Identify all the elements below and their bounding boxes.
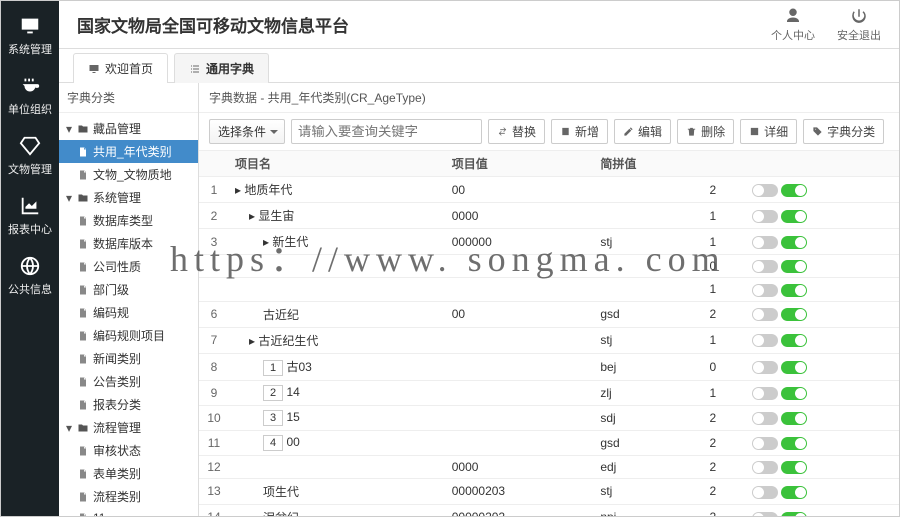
nav-org[interactable]: 单位组织 [1,75,59,117]
table-row[interactable]: 6古近纪00gsd2 [199,301,899,327]
category-tree: ▾藏品管理共用_年代类别文物_文物质地▾系统管理数据库类型数据库版本公司性质部门… [59,113,198,516]
sidebar-heading: 字典分类 [59,83,198,113]
nav-report[interactable]: 报表中心 [1,195,59,237]
toggle-2[interactable] [781,184,807,197]
panel-title: 字典数据 - 共用_年代类别(CR_AgeType) [199,83,899,113]
table-row[interactable]: 7▸ 古近纪生代stj1 [199,327,899,353]
tree-item[interactable]: 部门级 [59,278,198,301]
user-icon [784,7,802,25]
table-row[interactable]: 2▸ 显生宙00001 [199,203,899,229]
tree-item[interactable]: 11 [59,508,198,516]
toggle-1[interactable] [752,361,778,374]
category-button[interactable]: 字典分类 [803,119,884,144]
tree-item[interactable]: 表单类别 [59,462,198,485]
toggle-1[interactable] [752,334,778,347]
tree-item[interactable]: 数据库版本 [59,232,198,255]
nav-relic[interactable]: 文物管理 [1,135,59,177]
table-row[interactable]: 1 [199,278,899,301]
tree-item[interactable]: 共用_年代类别 [59,140,198,163]
sidebar: 字典分类 ▾藏品管理共用_年代类别文物_文物质地▾系统管理数据库类型数据库版本公… [59,83,199,516]
table-row[interactable]: 14泥盆纪00000202npj2 [199,504,899,516]
toolbar: 选择条件 替换新增编辑删除详细字典分类 [199,113,899,151]
toggle-2[interactable] [781,486,807,499]
tree-folder[interactable]: ▾系统管理 [59,186,198,209]
toggle-2[interactable] [781,236,807,249]
coffee-icon [19,75,41,97]
table-row[interactable]: 13项生代00000203stj2 [199,478,899,504]
edit-button[interactable]: 编辑 [614,119,671,144]
toggle-1[interactable] [752,260,778,273]
tree-folder[interactable]: ▾流程管理 [59,416,198,439]
tree-item[interactable]: 新闻类别 [59,347,198,370]
top-bar: 国家文物局全国可移动文物信息平台 个人中心 安全退出 [59,1,899,49]
power-icon [850,7,868,25]
table-row[interactable]: 1▸ 地质年代002 [199,177,899,203]
app-title: 国家文物局全国可移动文物信息平台 [77,12,771,37]
toggle-1[interactable] [752,437,778,450]
tree-item[interactable]: 审核状态 [59,439,198,462]
delete-button[interactable]: 删除 [677,119,734,144]
detail-button[interactable]: 详细 [740,119,797,144]
tree-item[interactable]: 文物_文物质地 [59,163,198,186]
tree-folder[interactable]: ▾藏品管理 [59,117,198,140]
tab-home[interactable]: 欢迎首页 [73,53,168,83]
tree-item[interactable]: 公告类别 [59,370,198,393]
toggle-1[interactable] [752,486,778,499]
toggle-1[interactable] [752,412,778,425]
monitor-icon [19,15,41,37]
tree-item[interactable]: 报表分类 [59,393,198,416]
table-row[interactable]: 120000edj2 [199,455,899,478]
toggle-1[interactable] [752,308,778,321]
table-row[interactable]: 3▸ 新生代000000stj1 [199,229,899,255]
toggle-2[interactable] [781,260,807,273]
table-row[interactable]: 81 古03bej0 [199,353,899,380]
toggle-1[interactable] [752,284,778,297]
chart-icon [19,195,41,217]
diamond-icon [19,135,41,157]
replace-button[interactable]: 替换 [488,119,545,144]
add-button[interactable]: 新增 [551,119,608,144]
toggle-1[interactable] [752,236,778,249]
toggle-2[interactable] [781,437,807,450]
data-grid[interactable]: 项目名项目值简拼值1▸ 地质年代002 2▸ 显生宙00001 3▸ 新生代00… [199,151,899,516]
toggle-2[interactable] [781,512,807,516]
toggle-2[interactable] [781,412,807,425]
user-center-button[interactable]: 个人中心 [771,7,815,43]
tree-item[interactable]: 公司性质 [59,255,198,278]
table-row[interactable]: 0 [199,255,899,278]
tab-dict[interactable]: 通用字典 [174,53,269,83]
toggle-1[interactable] [752,387,778,400]
tree-item[interactable]: 编码规 [59,301,198,324]
table-row[interactable]: 103 15sdj2 [199,405,899,430]
tree-item[interactable]: 流程类别 [59,485,198,508]
toggle-1[interactable] [752,512,778,516]
toggle-2[interactable] [781,308,807,321]
nav-sys[interactable]: 系统管理 [1,15,59,57]
logout-button[interactable]: 安全退出 [837,7,881,43]
toggle-2[interactable] [781,387,807,400]
globe-icon [19,255,41,277]
filter-select[interactable]: 选择条件 [209,119,285,144]
tab-bar: 欢迎首页通用字典 [59,49,899,83]
toggle-2[interactable] [781,334,807,347]
left-navbar: 系统管理单位组织文物管理报表中心公共信息 [1,1,59,516]
tree-item[interactable]: 数据库类型 [59,209,198,232]
toggle-2[interactable] [781,461,807,474]
toggle-1[interactable] [752,184,778,197]
table-row[interactable]: 114 00gsd2 [199,430,899,455]
search-input[interactable] [291,119,482,144]
toggle-1[interactable] [752,210,778,223]
toggle-2[interactable] [781,284,807,297]
nav-public[interactable]: 公共信息 [1,255,59,297]
toggle-1[interactable] [752,461,778,474]
toggle-2[interactable] [781,210,807,223]
table-row[interactable]: 92 14zlj1 [199,380,899,405]
tree-item[interactable]: 编码规则项目 [59,324,198,347]
toggle-2[interactable] [781,361,807,374]
